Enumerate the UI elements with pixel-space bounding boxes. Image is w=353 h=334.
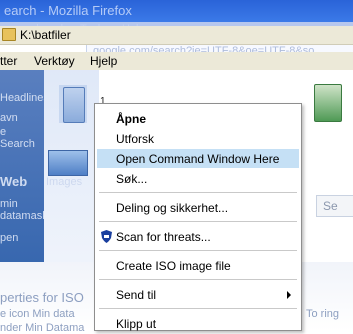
menu-item-open-command-window[interactable]: Open Command Window Here	[97, 149, 299, 168]
menu-item-label: Send til	[116, 288, 157, 302]
menu-item-open[interactable]: Åpne	[97, 109, 299, 128]
images-label: Images	[46, 176, 83, 188]
menu-item-send-to[interactable]: Send til	[97, 285, 299, 304]
explorer-menu-tools[interactable]: Verktøy	[34, 54, 75, 68]
menu-item-scan-threats[interactable]: Scan for threats...	[97, 227, 299, 246]
search-button-label: Se	[323, 199, 338, 213]
document-icon	[314, 84, 342, 122]
selection-overlay	[59, 85, 87, 123]
menu-separator	[99, 279, 297, 280]
explorer-menubar: tter Verktøy Hjelp	[0, 52, 353, 70]
menu-item-search[interactable]: Søk...	[97, 169, 299, 188]
menu-separator	[99, 221, 297, 222]
menu-item-cut[interactable]: Klipp ut	[97, 314, 299, 333]
menu-item-label: Utforsk	[116, 132, 155, 146]
explorer-menu-favorites[interactable]: tter	[0, 54, 17, 68]
menu-separator	[99, 250, 297, 251]
bg-line-1: perties for ISO	[0, 290, 84, 305]
right-document-icon[interactable]	[310, 80, 350, 124]
menu-item-create-iso[interactable]: Create ISO image file	[97, 256, 299, 275]
shield-icon	[101, 230, 112, 243]
menu-item-label: Create ISO image file	[116, 259, 231, 273]
bg-line-2: e icon Min data	[0, 308, 75, 320]
firefox-titlebar: earch - Mozilla Firefox	[0, 0, 353, 22]
images-icon	[48, 150, 88, 176]
bg-label-avn: avn	[0, 112, 18, 124]
submenu-arrow-icon	[287, 291, 291, 299]
bg-line-4: To ring	[306, 308, 340, 320]
firefox-title: earch - Mozilla Firefox	[4, 3, 132, 18]
explorer-titlebar: K:\batfiler	[0, 26, 353, 45]
search-button[interactable]: Se	[316, 195, 353, 217]
menu-item-label: Deling og sikkerhet...	[116, 201, 229, 215]
menu-item-label: Scan for threats...	[116, 230, 211, 244]
menu-item-label: Åpne	[116, 112, 146, 126]
explorer-title: K:\batfiler	[20, 28, 71, 42]
bg-label-web: Web	[0, 174, 28, 189]
menu-item-explore[interactable]: Utforsk	[97, 129, 299, 148]
images-link[interactable]: Images	[44, 150, 92, 188]
menu-item-label: Søk...	[116, 172, 148, 186]
folder-icon	[2, 28, 16, 41]
menu-separator	[99, 192, 297, 193]
menu-item-label: Open Command Window Here	[116, 152, 280, 166]
menu-item-label: Klipp ut	[116, 317, 157, 331]
menu-item-sharing-security[interactable]: Deling og sikkerhet...	[97, 198, 299, 217]
explorer-menu-help[interactable]: Hjelp	[90, 54, 117, 68]
selected-file-icon[interactable]	[59, 85, 87, 123]
menu-separator	[99, 308, 297, 309]
context-menu: Åpne Utforsk Open Command Window Here Sø…	[94, 103, 302, 331]
bg-label-headlines: Headlines	[0, 92, 49, 104]
bg-label-open: pen	[0, 232, 19, 244]
bg-label-search: e Search	[0, 126, 35, 150]
bg-line-3: nder Min Datama	[0, 322, 85, 334]
